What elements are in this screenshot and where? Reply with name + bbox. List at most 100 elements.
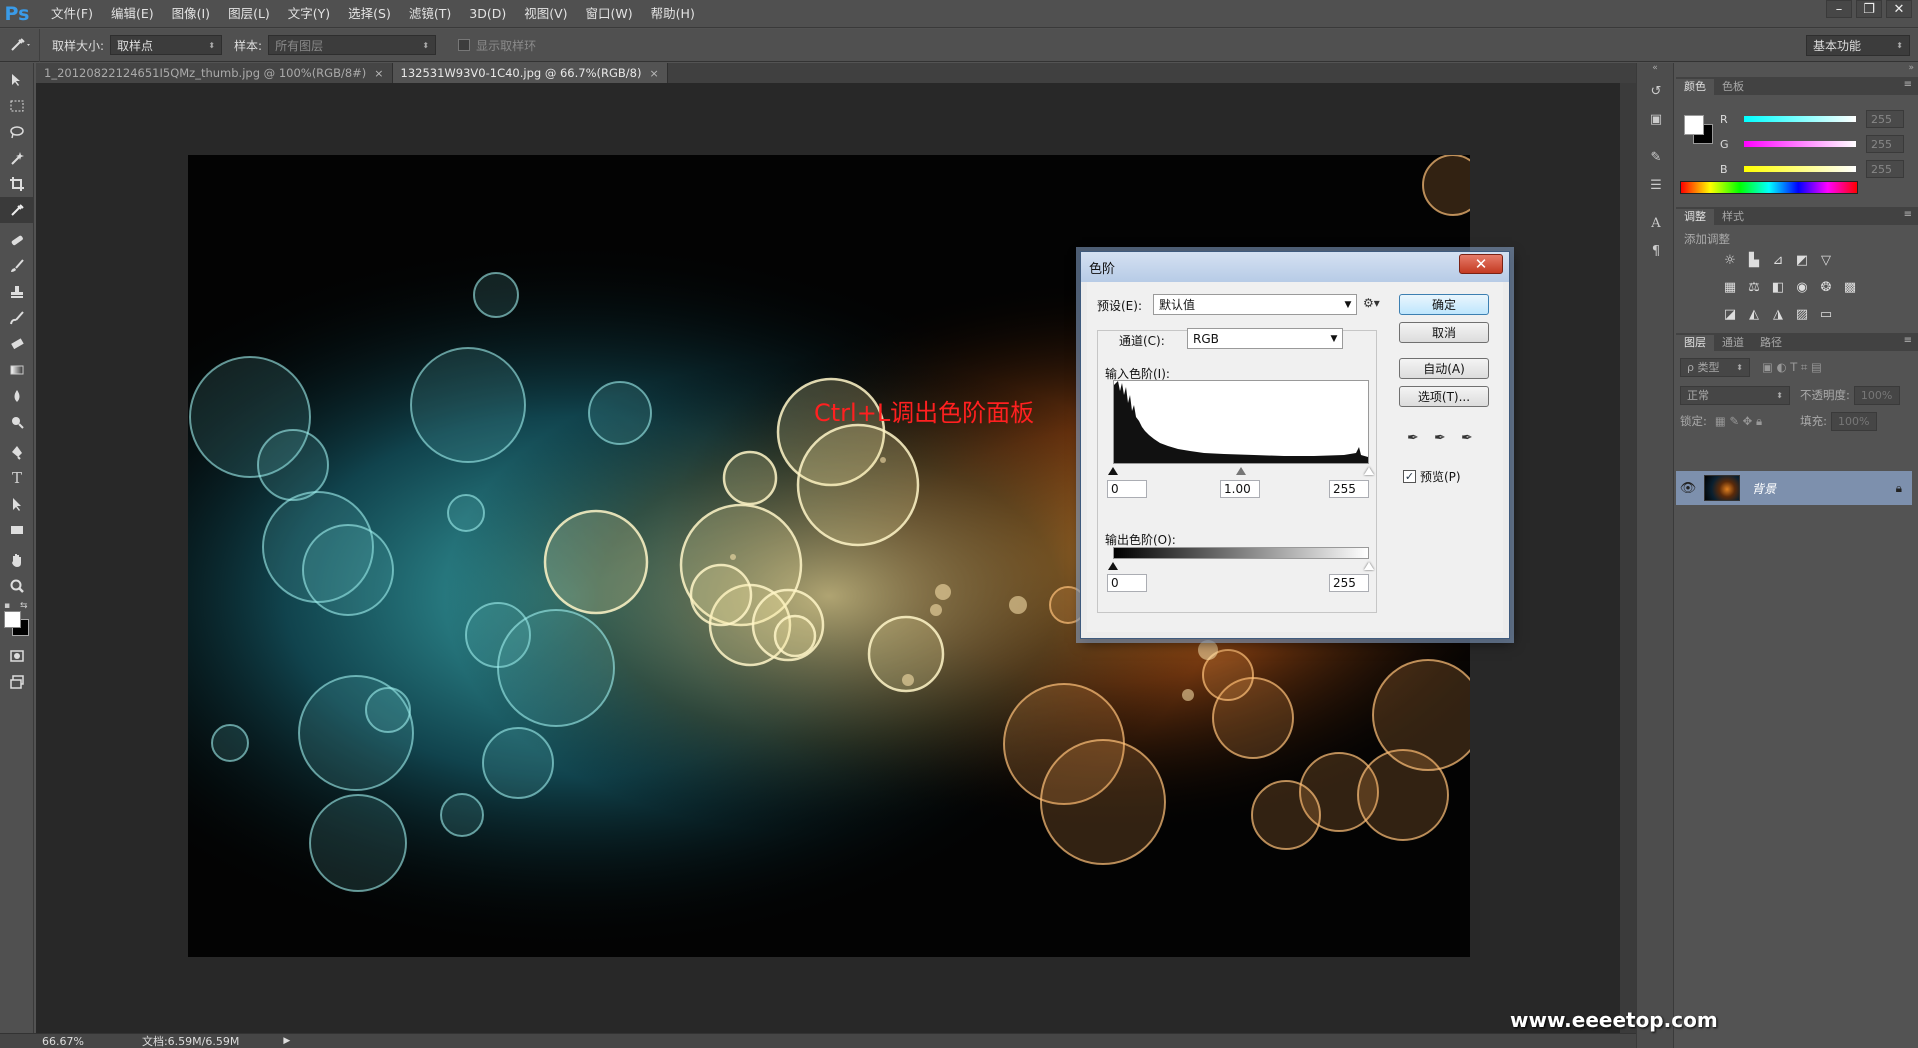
gradient-tool-icon[interactable] [0,357,34,383]
ok-button[interactable]: 确定 [1399,294,1489,315]
dodge-tool-icon[interactable] [0,409,34,435]
menu-image[interactable]: 图像(I) [163,0,219,28]
paragraph-panel-icon[interactable]: ¶ [1637,237,1675,265]
eye-icon[interactable]: 👁︎ [1676,481,1700,496]
character-panel-icon[interactable]: A [1637,209,1675,237]
restore-button[interactable]: ❐ [1856,0,1882,18]
lasso-tool-icon[interactable] [0,119,34,145]
sample-select[interactable]: 所有图层 ⬍ [268,35,437,55]
fill-field[interactable]: 100% [1830,411,1877,431]
input-gamma-slider[interactable] [1236,467,1246,475]
menu-edit[interactable]: 编辑(E) [102,0,163,28]
opacity-field[interactable]: 100% [1853,385,1900,405]
default-colors-icon[interactable]: ▪ [4,601,10,611]
zoom-level[interactable]: 66.67% [42,1035,84,1048]
photo-filter-icon[interactable]: ◉ [1792,278,1812,296]
blend-mode-select[interactable]: 正常 ⬍ [1680,385,1790,405]
red-slider[interactable] [1744,116,1856,122]
properties-panel-icon[interactable]: ▣ [1637,105,1675,133]
color-spectrum[interactable] [1680,181,1858,194]
output-white-slider[interactable] [1364,562,1374,570]
lock-options-icons[interactable]: ▦ ✎ ✥ 🔒︎ [1715,414,1762,429]
foreground-color-swatch[interactable] [4,611,21,628]
tab-document-1[interactable]: 1_20120822124651I5QMz_thumb.jpg @ 100%(R… [36,63,393,83]
eraser-tool-icon[interactable] [0,331,34,357]
tab-document-2[interactable]: 132531W93V0-1C40.jpg @ 66.7%(RGB/8) × [392,63,668,83]
workspace-switcher[interactable]: 基本功能 ⬍ [1806,35,1910,56]
green-slider[interactable] [1744,141,1856,147]
menu-file[interactable]: 文件(F) [42,0,102,28]
tool-preset-picker[interactable] [0,28,40,62]
quick-mask-icon[interactable] [0,643,34,669]
layer-background[interactable]: 👁︎ 背景 🔒︎ [1676,471,1912,505]
output-white-field[interactable]: 255 [1329,574,1369,592]
panel-menu-icon[interactable]: ≡ [1904,209,1912,220]
green-value[interactable]: 255 [1866,135,1904,153]
panel-menu-icon[interactable]: ≡ [1904,335,1912,346]
pen-tool-icon[interactable] [0,439,34,465]
input-gamma-field[interactable]: 1.00 [1220,480,1260,498]
selective-color-icon[interactable]: ▨ [1792,305,1812,323]
color-lookup-icon[interactable]: ▩ [1840,278,1860,296]
options-button[interactable]: 选项(T)... [1399,386,1489,407]
hand-tool-icon[interactable] [0,547,34,573]
threshold-icon[interactable]: ◮ [1768,305,1788,323]
preset-select[interactable]: 默认值 ▼ [1153,294,1357,315]
gradient-map-icon[interactable]: ▭ [1816,305,1836,323]
brush-presets-panel-icon[interactable]: ☰ [1637,171,1675,199]
brush-panel-icon[interactable]: ✎ [1637,143,1675,171]
layer-filter-select[interactable]: ρ 类型 ⬍ [1680,357,1750,377]
close-window-button[interactable]: ✕ [1886,0,1912,18]
tab-styles[interactable]: 样式 [1714,209,1752,225]
eyedropper-tool-icon[interactable] [0,197,34,223]
gear-icon[interactable]: ⚙▾ [1363,296,1380,310]
vertical-scrollbar[interactable] [1620,83,1636,1033]
panel-menu-icon[interactable]: ≡ [1904,79,1912,90]
posterize-icon[interactable]: ◭ [1744,305,1764,323]
tab-swatches[interactable]: 色板 [1714,79,1752,95]
filter-type-icons[interactable]: ▣ ◐ T ⌗ ▤ [1762,360,1822,375]
close-tab-icon[interactable]: × [374,67,383,80]
input-black-field[interactable]: 0 [1107,480,1147,498]
healing-brush-tool-icon[interactable] [0,227,34,253]
input-white-field[interactable]: 255 [1329,480,1369,498]
type-tool-icon[interactable]: T [0,465,34,491]
tab-layers[interactable]: 图层 [1676,335,1714,351]
tab-color[interactable]: 颜色 [1676,79,1714,95]
blue-slider[interactable] [1744,166,1856,172]
crop-tool-icon[interactable] [0,171,34,197]
menu-type[interactable]: 文字(Y) [279,0,339,28]
tab-paths[interactable]: 路径 [1752,335,1790,351]
black-eyedropper-icon[interactable]: ✒ [1407,430,1419,446]
minimize-button[interactable]: – [1826,0,1852,18]
output-black-slider[interactable] [1108,562,1118,570]
levels-icon[interactable]: ▙ [1744,251,1764,269]
menu-3d[interactable]: 3D(D) [460,0,515,28]
preview-checkbox[interactable]: ✓ 预览(P) [1403,468,1461,485]
curves-icon[interactable]: ⊿ [1768,251,1788,269]
menu-filter[interactable]: 滤镜(T) [400,0,460,28]
blur-tool-icon[interactable] [0,383,34,409]
stamp-tool-icon[interactable] [0,279,34,305]
rectangle-tool-icon[interactable] [0,517,34,543]
hue-saturation-icon[interactable]: ▦ [1720,278,1740,296]
brightness-icon[interactable]: ☼ [1720,251,1740,269]
menu-select[interactable]: 选择(S) [339,0,400,28]
color-balance-icon[interactable]: ⚖ [1744,278,1764,296]
status-menu-arrow-icon[interactable]: ▶ [283,1036,290,1046]
menu-window[interactable]: 窗口(W) [577,0,642,28]
screen-mode-icon[interactable] [0,669,34,695]
tab-channels[interactable]: 通道 [1714,335,1752,351]
menu-layer[interactable]: 图层(L) [219,0,279,28]
path-selection-tool-icon[interactable] [0,491,34,517]
dialog-titlebar[interactable]: 色阶 ✕ [1081,252,1509,282]
history-brush-tool-icon[interactable] [0,305,34,331]
black-white-icon[interactable]: ◧ [1768,278,1788,296]
show-sampling-ring-checkbox[interactable]: 显示取样环 [458,37,536,54]
panel-collapse-icon[interactable]: » [1676,63,1918,77]
channel-mixer-icon[interactable]: ❂ [1816,278,1836,296]
foreground-swatch[interactable] [1684,115,1704,135]
move-tool-icon[interactable] [0,67,34,93]
output-black-field[interactable]: 0 [1107,574,1147,592]
blue-value[interactable]: 255 [1866,160,1904,178]
